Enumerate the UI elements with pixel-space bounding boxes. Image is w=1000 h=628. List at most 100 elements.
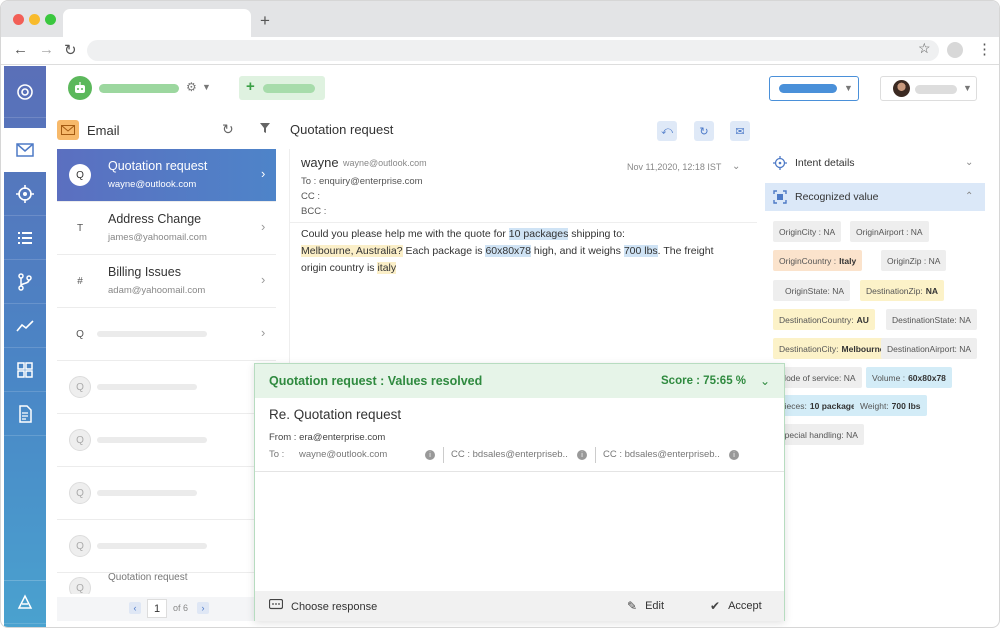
recognized-value-title: Recognized value	[795, 191, 879, 203]
reload-icon[interactable]: ↻	[64, 41, 77, 59]
email-list: Q Quotation request wayne@outlook.com › …	[57, 149, 276, 594]
email-list-item[interactable]: Q	[57, 361, 276, 414]
add-button[interactable]: +	[239, 76, 325, 100]
mail-cc: CC :	[301, 191, 320, 202]
sender-avatar: Q	[69, 535, 91, 557]
app-logo-icon[interactable]	[4, 66, 46, 118]
mail-body: Could you please help me with the quote …	[301, 226, 721, 277]
email-list-item[interactable]: # Billing Issues adam@yahoomail.com ›	[57, 255, 276, 308]
browser-tab[interactable]	[63, 9, 251, 37]
confidence-score: Score : 75:65 %	[661, 375, 747, 387]
prev-page-button[interactable]: ‹	[129, 602, 141, 614]
checkmark-icon: ✔	[710, 599, 721, 613]
browser-menu-icon[interactable]: ⋮	[977, 40, 992, 58]
tag-origin-country: OriginCountry : Italy	[773, 250, 863, 271]
bookmark-star-icon[interactable]: ☆	[918, 40, 931, 57]
branch-icon	[18, 272, 32, 291]
page-number-input[interactable]: 1	[147, 599, 167, 618]
email-sender: wayne@outlook.com	[108, 179, 197, 190]
chevron-right-icon: ›	[261, 272, 266, 287]
mail-icon[interactable]: ✉	[730, 121, 750, 141]
info-icon[interactable]: i	[577, 450, 587, 460]
browser-window: + ← → ↻ ☆ ⋮ ⚙ ▼ + ▼ ▼ Email ↻ Q Quotatio…	[0, 0, 1000, 628]
chevron-down-icon[interactable]: ▼	[202, 82, 211, 92]
add-button-label-placeholder	[263, 84, 315, 93]
email-list-item[interactable]: T Address Change james@yahoomail.com ›	[57, 202, 276, 255]
divider	[255, 471, 784, 472]
sidebar-item-email[interactable]	[4, 128, 46, 172]
minimize-window-button[interactable]	[29, 14, 40, 25]
chevron-down-icon: ▼	[844, 83, 853, 93]
new-tab-icon[interactable]: +	[260, 11, 270, 31]
browser-tab-bar: +	[1, 1, 999, 37]
chevron-down-icon[interactable]: ⌄	[732, 161, 740, 172]
sidebar-item-flow[interactable]	[4, 260, 46, 304]
sidebar-item-dashboard[interactable]	[4, 348, 46, 392]
email-subject: Billing Issues	[108, 265, 181, 279]
mail-sender-email: wayne@outlook.com	[343, 158, 427, 168]
tag-destination-city: DestinationCity: Melbourne	[773, 338, 891, 359]
next-page-button[interactable]: ›	[197, 602, 209, 614]
sidebar-item-list[interactable]	[4, 216, 46, 260]
info-icon[interactable]: i	[425, 450, 435, 460]
envelope-icon	[57, 120, 79, 140]
chevron-right-icon: ›	[261, 166, 266, 181]
loading-placeholder	[97, 490, 197, 496]
email-list-item[interactable]: Q Quotation request	[57, 562, 276, 594]
refresh-icon[interactable]: ↻	[694, 121, 714, 141]
mail-bcc: BCC :	[301, 206, 327, 217]
sender-avatar: Q	[69, 482, 91, 504]
refresh-icon[interactable]: ↻	[222, 121, 234, 138]
edit-button[interactable]: ✎ Edit	[627, 599, 664, 613]
browser-toolbar: ← → ↻ ☆ ⋮	[1, 37, 999, 65]
cc-field[interactable]: CC : bdsales@enterpriseb..	[603, 449, 720, 460]
close-window-button[interactable]	[13, 14, 24, 25]
to-field[interactable]: wayne@outlook.com	[299, 449, 387, 460]
intent-details-header[interactable]: Intent details ⌄	[765, 149, 985, 177]
accept-button[interactable]: ✔ Accept	[710, 599, 762, 613]
email-list-item[interactable]: Q	[57, 414, 276, 467]
tag-weight: Weight: 700 lbs	[854, 395, 927, 416]
user-menu-button[interactable]: ▼	[880, 76, 977, 101]
dashboard-icon	[17, 361, 33, 378]
view-select-dropdown[interactable]: ▼	[769, 76, 859, 101]
page-total: of 6	[173, 603, 189, 613]
tag-destination-zip: DestinationZip: NA	[860, 280, 944, 301]
back-arrow-icon[interactable]: ←	[13, 41, 28, 58]
sidebar-item-target[interactable]	[4, 172, 46, 216]
info-icon[interactable]: i	[729, 450, 739, 460]
details-panel: Intent details ⌄ Recognized value ⌃ Orig…	[765, 149, 985, 599]
tag-destination-airport: DestinationAirport: NA	[881, 338, 978, 359]
forward-arrow-icon[interactable]: →	[39, 41, 54, 58]
bot-name-placeholder	[99, 84, 179, 93]
filter-icon[interactable]	[259, 121, 271, 137]
body-text: Could you please help me with the quote …	[301, 228, 509, 240]
loading-placeholder	[97, 384, 197, 390]
address-bar[interactable]	[87, 40, 939, 61]
sidebar-item-document[interactable]	[4, 392, 46, 436]
headset-icon	[17, 594, 33, 609]
intent-details-title: Intent details	[795, 157, 855, 169]
highlight-pieces: 10 packages	[508, 228, 569, 240]
email-list-item[interactable]: Q	[57, 467, 276, 520]
tag-special-handling: Special handling: NA	[773, 424, 864, 445]
recognized-value-header[interactable]: Recognized value ⌃	[765, 183, 985, 211]
choose-response-button[interactable]: Choose response	[268, 598, 377, 614]
cc-field[interactable]: CC : bdsales@enterpriseb..	[451, 449, 568, 460]
chevron-down-icon[interactable]: ⌄	[760, 374, 770, 388]
reply-icon[interactable]: ⤺	[657, 121, 677, 141]
maximize-window-button[interactable]	[45, 14, 56, 25]
gear-icon[interactable]: ⚙	[186, 80, 197, 94]
body-text: Each package is	[402, 245, 486, 257]
chevron-right-icon: ›	[261, 325, 266, 340]
email-list-item[interactable]: Q ›	[57, 308, 276, 361]
highlight-weight: 700 lbs	[623, 245, 658, 257]
browser-profile-avatar[interactable]	[947, 42, 963, 58]
bot-avatar-icon[interactable]	[68, 76, 92, 100]
response-header[interactable]: Quotation request : Values resolved Scor…	[255, 364, 784, 398]
sidebar-item-support[interactable]	[4, 580, 46, 624]
mail-title: Quotation request	[290, 122, 394, 137]
response-title: Quotation request : Values resolved	[269, 374, 483, 388]
sidebar-item-analytics[interactable]	[4, 304, 46, 348]
email-list-item[interactable]: Q Quotation request wayne@outlook.com ›	[57, 149, 276, 202]
